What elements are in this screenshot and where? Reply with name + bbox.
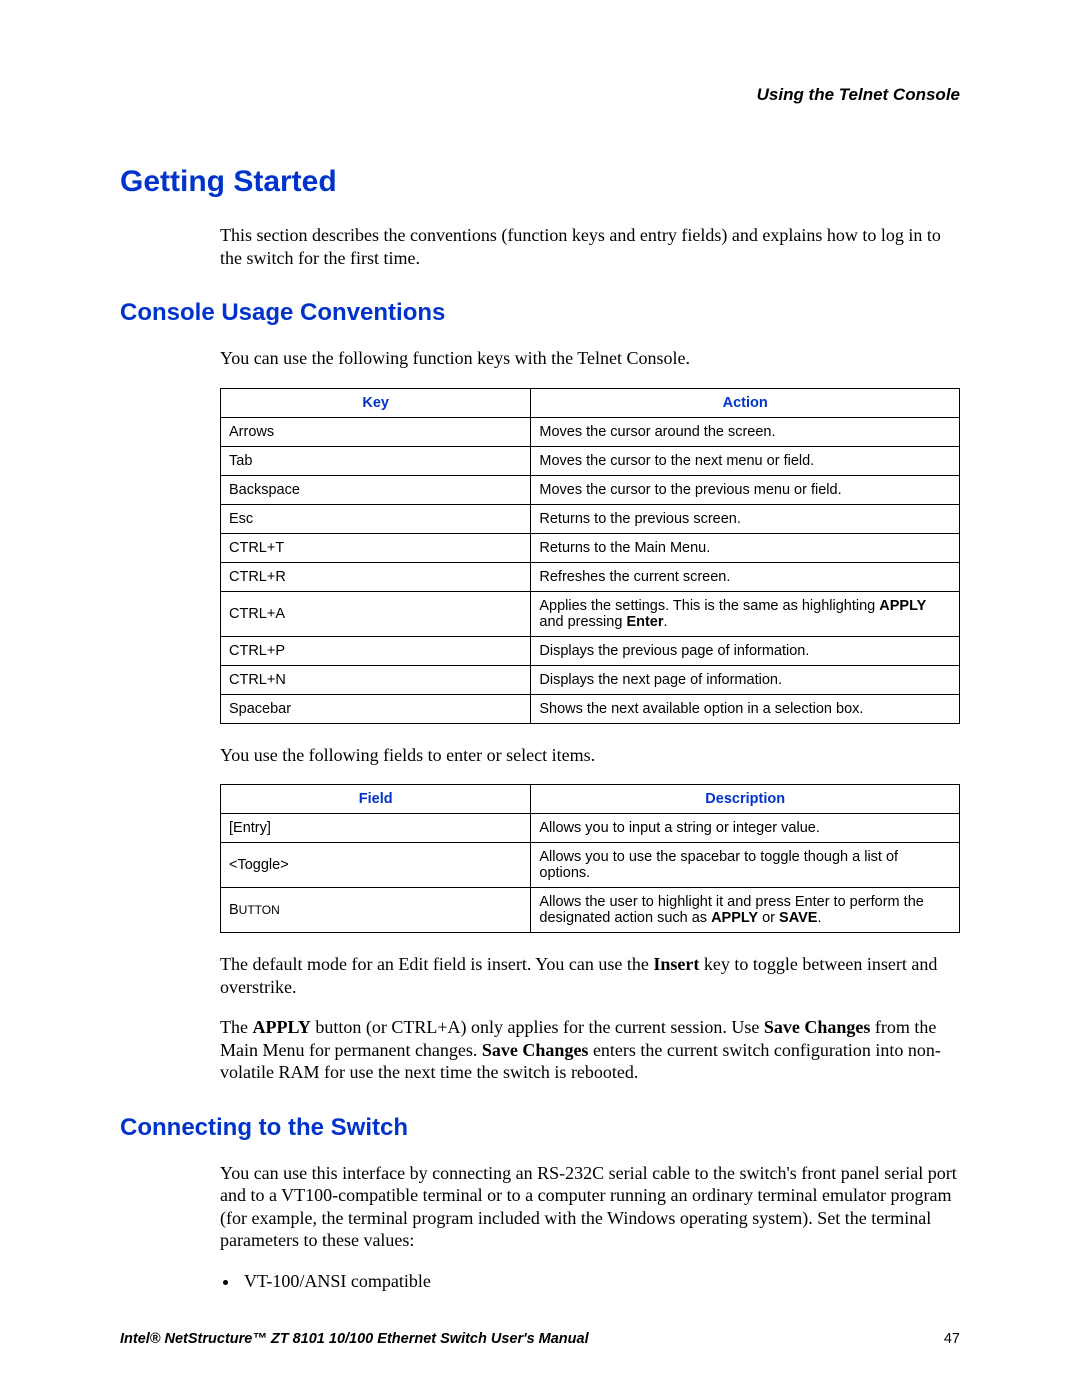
footer-title: Intel® NetStructure™ ZT 8101 10/100 Ethe… xyxy=(120,1331,589,1347)
text: B xyxy=(229,902,239,918)
cell-key: CTRL+T xyxy=(221,533,531,562)
table-row: CTRL+A Applies the settings. This is the… xyxy=(221,591,960,636)
table-row: CTRL+T Returns to the Main Menu. xyxy=(221,533,960,562)
insert-mode-paragraph: The default mode for an Edit field is in… xyxy=(220,953,960,998)
cell-key: CTRL+P xyxy=(221,636,531,665)
field-table-wrapper: Field Description [Entry] Allows you to … xyxy=(220,784,960,933)
cell-field: BUTTON xyxy=(221,888,531,933)
list-item: VT-100/ANSI compatible xyxy=(240,1270,960,1293)
table-row: [Entry] Allows you to input a string or … xyxy=(221,814,960,843)
conventions-intro: You can use the following function keys … xyxy=(220,347,960,370)
table-header-row: Key Action xyxy=(221,388,960,417)
table-row: CTRL+P Displays the previous page of inf… xyxy=(221,636,960,665)
col-desc-header: Description xyxy=(531,785,960,814)
cell-action: Displays the next page of information. xyxy=(531,665,960,694)
connecting-paragraph: You can use this interface by connecting… xyxy=(220,1162,960,1252)
cell-action: Applies the settings. This is the same a… xyxy=(531,591,960,636)
table-header-row: Field Description xyxy=(221,785,960,814)
document-page: Using the Telnet Console Getting Started… xyxy=(0,0,1080,1397)
table-row: Backspace Moves the cursor to the previo… xyxy=(221,475,960,504)
function-key-table: Key Action Arrows Moves the cursor aroun… xyxy=(220,388,960,724)
table-row: Esc Returns to the previous screen. xyxy=(221,504,960,533)
key-table-wrapper: Key Action Arrows Moves the cursor aroun… xyxy=(220,388,960,724)
text: The xyxy=(220,1017,252,1037)
cell-key: CTRL+N xyxy=(221,665,531,694)
table-row: CTRL+N Displays the next page of informa… xyxy=(221,665,960,694)
col-key-header: Key xyxy=(221,388,531,417)
col-action-header: Action xyxy=(531,388,960,417)
text: and pressing xyxy=(539,614,626,630)
page-footer: Intel® NetStructure™ ZT 8101 10/100 Ethe… xyxy=(120,1331,960,1347)
bold-text: APPLY xyxy=(879,598,926,614)
running-header: Using the Telnet Console xyxy=(120,85,960,105)
cell-action: Returns to the Main Menu. xyxy=(531,533,960,562)
cell-action: Moves the cursor to the next menu or fie… xyxy=(531,446,960,475)
cell-action: Moves the cursor around the screen. xyxy=(531,417,960,446)
intro-paragraph: This section describes the conventions (… xyxy=(220,224,960,269)
cell-action: Shows the next available option in a sel… xyxy=(531,694,960,723)
page-number: 47 xyxy=(944,1331,960,1347)
heading-console-usage: Console Usage Conventions xyxy=(120,299,960,327)
cell-desc: Allows you to input a string or integer … xyxy=(531,814,960,843)
table-row: CTRL+R Refreshes the current screen. xyxy=(221,562,960,591)
parameter-list: VT-100/ANSI compatible xyxy=(220,1270,960,1293)
cell-key: Arrows xyxy=(221,417,531,446)
bold-text: SAVE xyxy=(779,910,817,926)
cell-action: Refreshes the current screen. xyxy=(531,562,960,591)
table-row: BUTTON Allows the user to highlight it a… xyxy=(221,888,960,933)
cell-field: <Toggle> xyxy=(221,843,531,888)
text: . xyxy=(817,910,821,926)
cell-key: CTRL+A xyxy=(221,591,531,636)
text: or xyxy=(758,910,779,926)
bold-text: APPLY xyxy=(252,1017,310,1037)
cell-key: Tab xyxy=(221,446,531,475)
text: . xyxy=(664,614,668,630)
cell-key: Esc xyxy=(221,504,531,533)
bold-text: Enter xyxy=(626,614,663,630)
heading-getting-started: Getting Started xyxy=(120,165,960,199)
fields-intro: You use the following fields to enter or… xyxy=(220,744,960,767)
table-row: Spacebar Shows the next available option… xyxy=(221,694,960,723)
text: The default mode for an Edit field is in… xyxy=(220,954,653,974)
cell-key: Backspace xyxy=(221,475,531,504)
table-row: Arrows Moves the cursor around the scree… xyxy=(221,417,960,446)
cell-action: Moves the cursor to the previous menu or… xyxy=(531,475,960,504)
table-row: Tab Moves the cursor to the next menu or… xyxy=(221,446,960,475)
cell-key: CTRL+R xyxy=(221,562,531,591)
text: button (or CTRL+A) only applies for the … xyxy=(311,1017,764,1037)
cell-desc: Allows you to use the spacebar to toggle… xyxy=(531,843,960,888)
table-row: <Toggle> Allows you to use the spacebar … xyxy=(221,843,960,888)
bold-text: Save Changes xyxy=(482,1040,589,1060)
cell-field: [Entry] xyxy=(221,814,531,843)
text: Applies the settings. This is the same a… xyxy=(539,598,879,614)
bold-text: Insert xyxy=(653,954,699,974)
cell-action: Returns to the previous screen. xyxy=(531,504,960,533)
cell-key: Spacebar xyxy=(221,694,531,723)
cell-desc: Allows the user to highlight it and pres… xyxy=(531,888,960,933)
field-description-table: Field Description [Entry] Allows you to … xyxy=(220,784,960,933)
bold-text: APPLY xyxy=(711,910,758,926)
smallcaps-text: UTTON xyxy=(239,903,280,917)
apply-paragraph: The APPLY button (or CTRL+A) only applie… xyxy=(220,1016,960,1084)
col-field-header: Field xyxy=(221,785,531,814)
bold-text: Save Changes xyxy=(764,1017,871,1037)
heading-connecting: Connecting to the Switch xyxy=(120,1114,960,1142)
cell-action: Displays the previous page of informatio… xyxy=(531,636,960,665)
